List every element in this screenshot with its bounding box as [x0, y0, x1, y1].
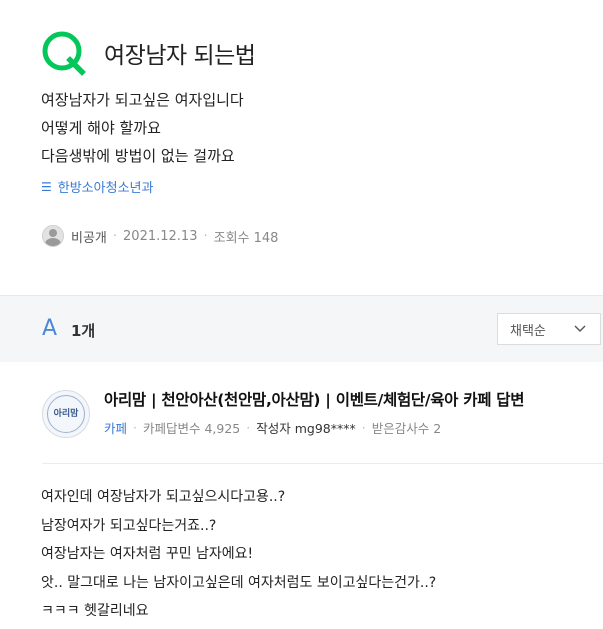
- separator-dot: ·: [133, 420, 137, 435]
- question-section: 여장남자 되는법 여장남자가 되고싶은 여자입니다 어떻게 해야 할까요 다음생…: [0, 0, 603, 295]
- question-line: 다음생밖에 방법이 없는 걸까요: [41, 147, 235, 165]
- menu-list-icon: ☰: [41, 179, 52, 194]
- answerer-meta: 카페 · 카페답변수 4,925 · 작성자 mg98**** · 받은감사수 …: [104, 418, 441, 437]
- question-title: 여장남자 되는법: [104, 43, 256, 69]
- cafe-name-link[interactable]: 아리맘 | 천안아산(천안맘,아산맘) | 이벤트/체험단/육아 카페 답변: [104, 388, 524, 410]
- separator-dot: ·: [361, 420, 366, 435]
- category-label: 한방소아청소년과: [57, 181, 154, 196]
- chevron-down-icon: [574, 325, 586, 332]
- question-line: 어떻게 해야 할까요: [41, 119, 161, 137]
- question-body: 여장남자가 되고싶은 여자입니다 어떻게 해야 할까요 다음생밖에 방법이 없는…: [41, 86, 244, 170]
- answer-body: 여자인데 여장남자가 되고싶으시다고용..? 남장여자가 되고싶다는거죠..? …: [41, 483, 436, 626]
- answer-line: 여자인데 여장남자가 되고싶으시다고용..?: [41, 489, 286, 505]
- author-name: 비공개: [71, 230, 107, 246]
- category-link[interactable]: ☰ 한방소아청소년과: [41, 177, 154, 197]
- avatar: [42, 225, 64, 247]
- answer-line: 앗.. 말그대로 나는 남자이고싶은데 여자처럼도 보이고싶다는건가..?: [41, 574, 437, 591]
- q-letter-icon: [42, 31, 86, 76]
- separator-dot: ·: [112, 228, 118, 244]
- answer-line: ㅋㅋㅋ 헷갈리네요: [41, 603, 149, 619]
- answer-count: 1개: [71, 322, 96, 340]
- answer-line: 남장여자가 되고싶다는거죠..?: [41, 517, 217, 534]
- separator-dot: ·: [246, 420, 251, 435]
- sort-selected-label: 채택순: [510, 323, 546, 339]
- answer-author: 작성자 mg98****: [256, 421, 356, 436]
- answer-line: 여장남자는 여자처럼 꾸민 남자에요!: [41, 546, 254, 562]
- cafe-answer-count: 카페답변수 4,925: [143, 421, 241, 436]
- divider: [42, 463, 603, 464]
- post-date: 2021.12.13: [123, 228, 198, 244]
- answer-card: 아리맘 아리맘 | 천안아산(천안맘,아산맘) | 이벤트/체험단/육아 카페 …: [0, 362, 603, 629]
- sort-dropdown[interactable]: 채택순: [497, 313, 601, 345]
- answers-header: A 1개 채택순: [0, 295, 603, 364]
- a-letter-icon: A: [42, 316, 58, 341]
- source-type: 카페: [104, 421, 128, 436]
- question-line: 여장남자가 되고싶은 여자입니다: [41, 91, 244, 109]
- thanks-count: 받은감사수 2: [371, 421, 442, 436]
- logo-text: 아리맘: [53, 409, 79, 419]
- question-meta: 비공개 · 2021.12.13 · 조회수 148: [42, 225, 278, 247]
- cafe-logo[interactable]: 아리맘: [42, 390, 90, 438]
- view-count: 조회수 148: [213, 230, 279, 246]
- separator-dot: ·: [203, 228, 208, 244]
